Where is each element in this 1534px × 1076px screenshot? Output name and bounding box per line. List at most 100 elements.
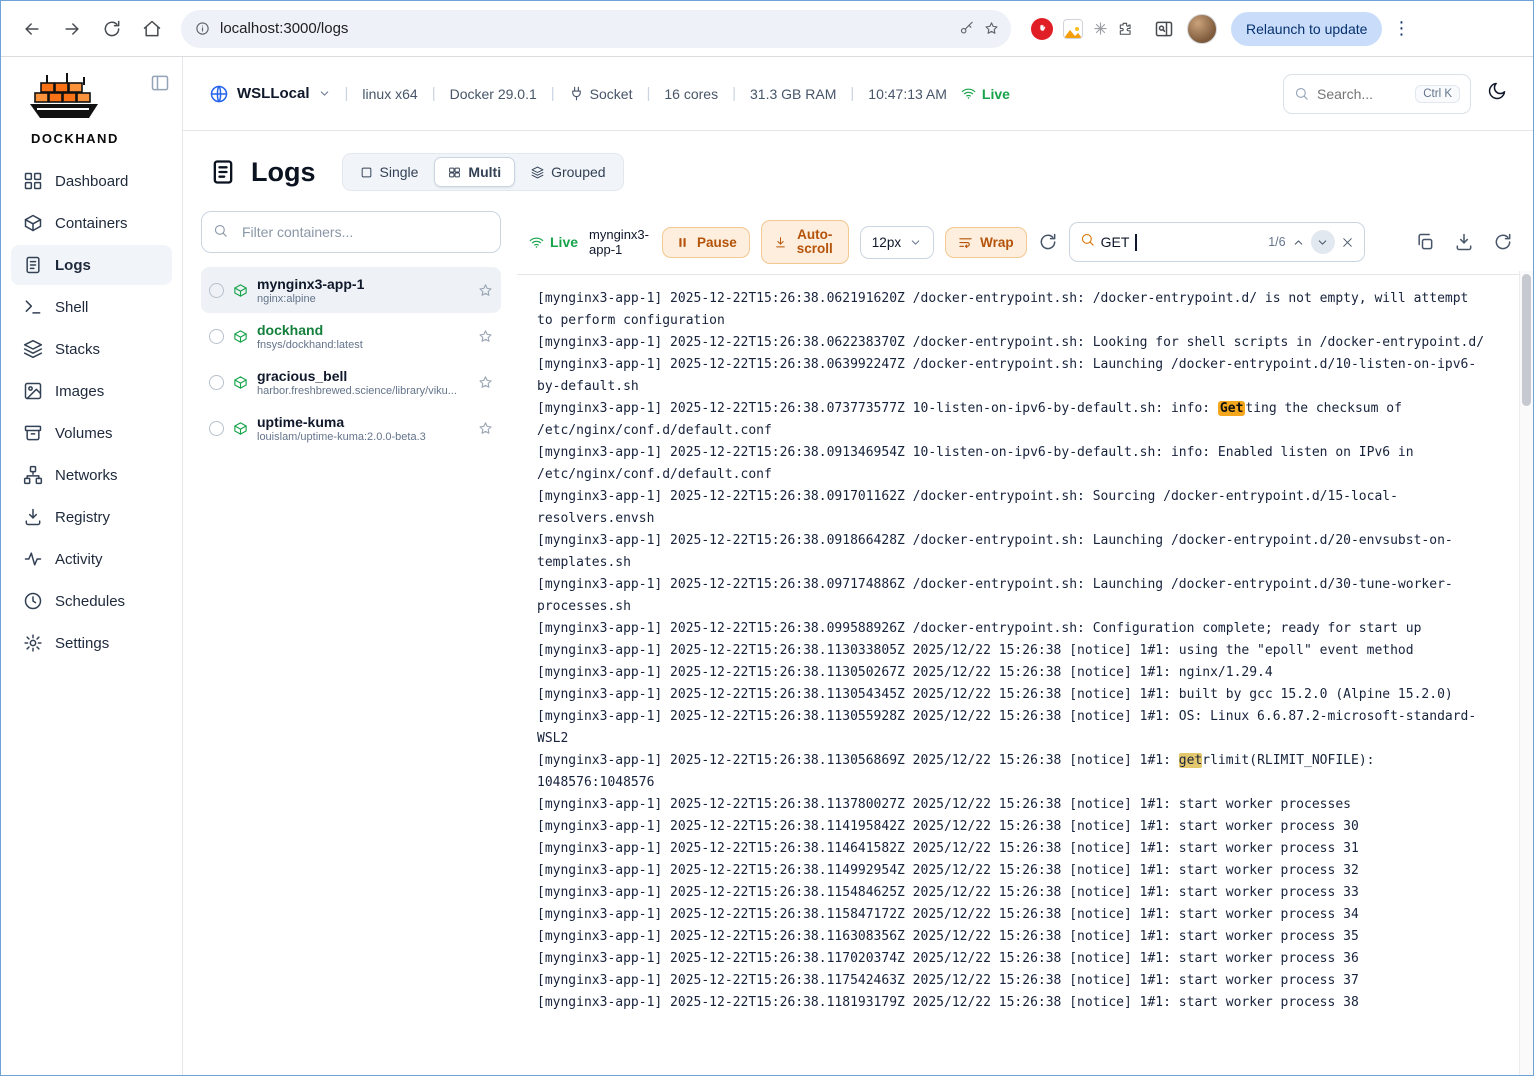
spinner-extension-icon[interactable] <box>1093 21 1108 36</box>
wifi-icon <box>529 235 544 250</box>
download-logs-button[interactable] <box>1454 232 1474 252</box>
copy-logs-button[interactable] <box>1415 232 1435 252</box>
app-root: DOCKHAND Dashboard Containers Logs Shell <box>1 57 1533 1075</box>
box-icon <box>23 213 43 233</box>
container-name: gracious_bell <box>257 368 469 385</box>
browser-menu-button[interactable]: ⋮ <box>1388 18 1414 39</box>
sidebar-item-volumes[interactable]: Volumes <box>11 413 172 453</box>
browser-window: localhost:3000/logs <box>0 0 1534 1076</box>
theme-toggle-button[interactable] <box>1487 81 1507 106</box>
sidebar-item-containers[interactable]: Containers <box>11 203 172 243</box>
log-line: [mynginx3-app-1] 2025-12-22T15:26:38.113… <box>537 706 1489 750</box>
container-radio[interactable] <box>209 375 224 390</box>
globe-icon <box>209 84 229 104</box>
view-grouped-button[interactable]: Grouped <box>517 157 619 187</box>
environment-selector[interactable]: WSLLocal <box>209 84 331 104</box>
container-row-uptime-kuma[interactable]: uptime-kuma louislam/uptime-kuma:2.0.0-b… <box>201 405 501 451</box>
container-radio[interactable] <box>209 283 224 298</box>
clear-search-button[interactable] <box>1341 236 1354 249</box>
favorite-star-icon[interactable] <box>478 375 493 390</box>
container-row-gracious-bell[interactable]: gracious_bell harbor.freshbrewed.science… <box>201 359 501 405</box>
pause-button[interactable]: Pause <box>662 227 750 258</box>
sidebar-item-label: Schedules <box>55 593 125 610</box>
scrollbar-thumb[interactable] <box>1522 274 1531 406</box>
back-button[interactable] <box>15 12 49 46</box>
gear-icon <box>23 633 43 653</box>
previous-match-button[interactable] <box>1292 236 1305 249</box>
stream-live-indicator: Live <box>529 234 578 250</box>
adblock-extension-icon[interactable] <box>1031 18 1053 40</box>
sidebar-item-networks[interactable]: Networks <box>11 455 172 495</box>
container-row-dockhand[interactable]: dockhand fnsys/dockhand:latest <box>201 313 501 359</box>
home-button[interactable] <box>135 12 169 46</box>
sidebar-item-schedules[interactable]: Schedules <box>11 581 172 621</box>
container-name: uptime-kuma <box>257 414 469 431</box>
sidebar-collapse-button[interactable] <box>150 73 170 98</box>
sidebar-item-label: Activity <box>55 551 103 568</box>
multi-view-icon <box>448 166 461 179</box>
container-radio[interactable] <box>209 329 224 344</box>
log-line: [mynginx3-app-1] 2025-12-22T15:26:38.062… <box>537 332 1489 354</box>
extensions-puzzle-icon[interactable] <box>1118 21 1133 36</box>
log-line: [mynginx3-app-1] 2025-12-22T15:26:38.115… <box>537 882 1489 904</box>
sidebar-item-stacks[interactable]: Stacks <box>11 329 172 369</box>
filter-containers-input[interactable] <box>201 211 501 253</box>
clock-icon <box>23 591 43 611</box>
view-single-button[interactable]: Single <box>346 157 433 187</box>
log-line: [mynginx3-app-1] 2025-12-22T15:26:38.116… <box>537 926 1489 948</box>
favorite-star-icon[interactable] <box>478 283 493 298</box>
sidebar-item-label: Registry <box>55 509 110 526</box>
home-icon <box>142 19 162 39</box>
side-panel-search-button[interactable] <box>1147 12 1181 46</box>
favorite-star-icon[interactable] <box>478 329 493 344</box>
reload-button[interactable] <box>95 12 129 46</box>
clock-stat: 10:47:13 AM <box>868 86 947 102</box>
font-size-select[interactable]: 12px <box>860 226 934 259</box>
password-key-icon[interactable] <box>959 21 974 36</box>
sidebar-item-activity[interactable]: Activity <box>11 539 172 579</box>
profile-avatar[interactable] <box>1187 14 1217 44</box>
container-radio[interactable] <box>209 421 224 436</box>
restart-stream-button[interactable] <box>1038 232 1058 252</box>
sidebar-item-dashboard[interactable]: Dashboard <box>11 161 172 201</box>
sidebar-item-label: Containers <box>55 215 128 232</box>
sidebar-item-logs[interactable]: Logs <box>11 245 172 285</box>
log-output[interactable]: [mynginx3-app-1] 2025-12-22T15:26:38.062… <box>517 275 1533 1075</box>
sidebar-item-label: Shell <box>55 299 88 316</box>
container-row-mynginx3[interactable]: mynginx3-app-1 nginx:alpine <box>201 267 501 313</box>
sidebar-item-shell[interactable]: Shell <box>11 287 172 327</box>
photos-extension-icon[interactable] <box>1063 19 1083 39</box>
log-scrollbar[interactable] <box>1519 271 1533 1075</box>
image-icon <box>23 381 43 401</box>
autoscroll-button[interactable]: Auto-scroll <box>761 220 849 264</box>
global-search-input[interactable] <box>1317 86 1407 102</box>
log-search-box[interactable]: GET 1/6 <box>1069 222 1365 262</box>
relaunch-update-button[interactable]: Relaunch to update <box>1231 12 1382 46</box>
log-line: [mynginx3-app-1] 2025-12-22T15:26:38.113… <box>537 684 1489 706</box>
sidebar-item-settings[interactable]: Settings <box>11 623 172 663</box>
extensions-group <box>1023 18 1141 40</box>
refresh-logs-button[interactable] <box>1493 232 1513 252</box>
forward-arrow-icon <box>62 19 82 39</box>
sidebar-item-registry[interactable]: Registry <box>11 497 172 537</box>
separator: | <box>345 85 349 102</box>
log-toolbar: Live mynginx3-app-1 Pause Auto-scroll <box>517 211 1533 275</box>
network-icon <box>23 465 43 485</box>
forward-button[interactable] <box>55 12 89 46</box>
global-search-box[interactable]: Ctrl K <box>1283 74 1471 114</box>
single-view-icon <box>360 166 373 179</box>
wrap-button[interactable]: Wrap <box>945 227 1027 258</box>
log-search-input[interactable]: GET <box>1101 234 1130 250</box>
bookmark-star-icon[interactable] <box>984 21 999 36</box>
sidebar-item-images[interactable]: Images <box>11 371 172 411</box>
log-line: [mynginx3-app-1] 2025-12-22T15:26:38.118… <box>537 992 1489 1014</box>
log-line: [mynginx3-app-1] 2025-12-22T15:26:38.091… <box>537 486 1489 530</box>
next-match-button[interactable] <box>1311 230 1335 254</box>
site-info-icon[interactable] <box>195 21 210 36</box>
sidebar-item-label: Dashboard <box>55 173 128 190</box>
favorite-star-icon[interactable] <box>478 421 493 436</box>
view-multi-button[interactable]: Multi <box>434 157 515 187</box>
copy-icon <box>1415 232 1435 252</box>
sidebar-item-label: Networks <box>55 467 118 484</box>
url-bar[interactable]: localhost:3000/logs <box>181 10 1011 48</box>
